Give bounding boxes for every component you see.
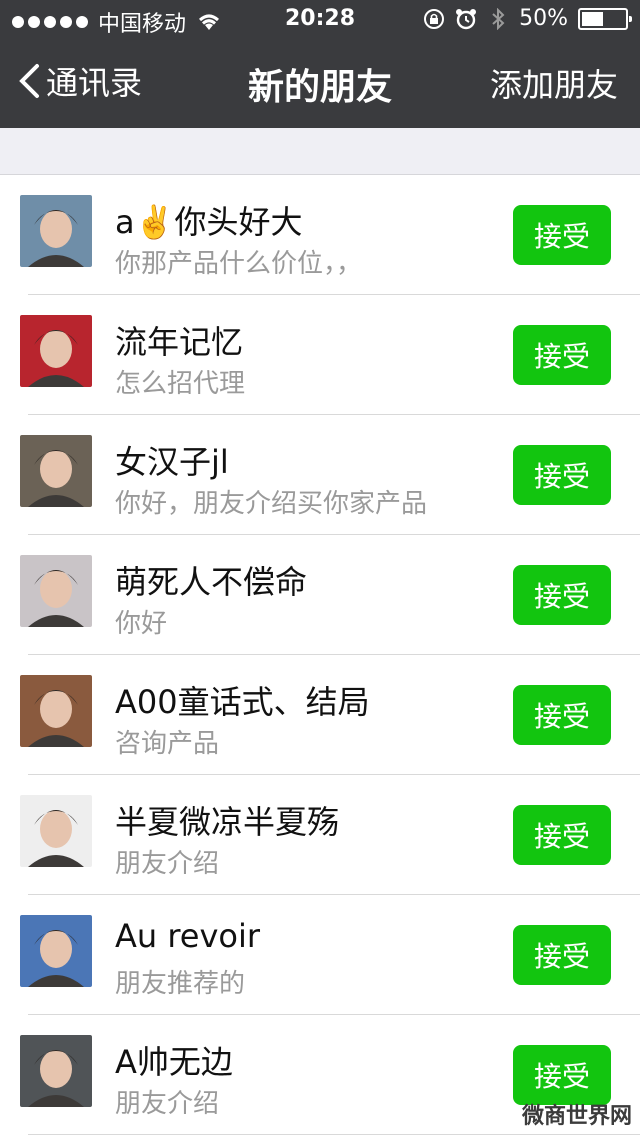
- avatar[interactable]: [20, 195, 92, 267]
- status-bar: 中国移动 20:28 50%: [0, 0, 640, 40]
- avatar[interactable]: [20, 915, 92, 987]
- contact-name: Au revoir: [115, 917, 261, 955]
- request-message: 怎么招代理: [115, 369, 246, 399]
- accept-button[interactable]: 接受: [513, 445, 611, 505]
- top-bar: 中国移动 20:28 50% 通讯录 新的朋友 添加朋友: [0, 0, 640, 128]
- avatar[interactable]: [20, 1035, 92, 1107]
- avatar[interactable]: [20, 675, 92, 747]
- section-spacer: [0, 128, 640, 175]
- request-message: 朋友介绍: [115, 1089, 220, 1119]
- accept-button[interactable]: 接受: [513, 565, 611, 625]
- contact-name: a✌️你头好大: [115, 203, 303, 241]
- avatar[interactable]: [20, 315, 92, 387]
- contact-name: A00童话式、结局: [115, 683, 370, 721]
- list-item[interactable]: A00童话式、结局咨询产品 接受: [0, 655, 640, 775]
- battery-icon: [578, 7, 632, 30]
- watermark-logo-text: 微商世界网: [521, 1104, 632, 1129]
- contact-name: A帅无边: [115, 1043, 233, 1081]
- list-item[interactable]: a✌️你头好大你那产品什么价位，， 接受: [0, 175, 640, 295]
- avatar-image: [20, 435, 92, 507]
- list-item[interactable]: 流年记忆怎么招代理 接受: [0, 295, 640, 415]
- rotation-lock-icon: [424, 8, 445, 29]
- list-item[interactable]: 萌死人不偿命你好 接受: [0, 535, 640, 655]
- accept-button[interactable]: 接受: [513, 205, 611, 265]
- avatar[interactable]: [20, 795, 92, 867]
- accept-button[interactable]: 接受: [513, 325, 611, 385]
- request-message: 朋友介绍: [115, 849, 220, 879]
- friend-request-list: a✌️你头好大 你那产品什么价位，， 接受 流年记忆 怎么招代理 接受 女汉子jl 你好，朋友…: [0, 175, 640, 1135]
- avatar-image: [20, 915, 92, 987]
- avatar-image: [20, 195, 92, 267]
- request-message: 你好: [115, 609, 168, 639]
- watermark: 微商世界网: [522, 1098, 632, 1130]
- request-message: 朋友推荐的: [115, 969, 246, 999]
- avatar-image: [20, 795, 92, 867]
- bluetooth-icon: [492, 7, 505, 30]
- list-item[interactable]: 女汉子jl 你好，朋友介绍买你家产品 接受: [0, 415, 640, 535]
- avatar[interactable]: [20, 555, 92, 627]
- avatar-image: [20, 315, 92, 387]
- accept-button[interactable]: 接受: [513, 1045, 611, 1105]
- contact-name: 女汉子jl: [115, 443, 229, 481]
- avatar-image: [20, 675, 92, 747]
- contact-name: 流年记忆: [115, 323, 244, 361]
- list-item[interactable]: Au revoir 朋友推荐的 接受: [0, 895, 640, 1015]
- list-item[interactable]: 半夏微凉半夏殇朋友介绍 接受: [0, 775, 640, 895]
- battery-percent: 50%: [519, 6, 568, 31]
- avatar-image: [20, 1035, 92, 1107]
- accept-button[interactable]: 接受: [513, 925, 611, 985]
- request-message: 咨询产品: [115, 729, 220, 759]
- add-friend-button[interactable]: 添加朋友: [490, 60, 618, 106]
- navigation-bar: 通讯录 新的朋友 添加朋友: [0, 40, 640, 128]
- request-message: 你那产品什么价位，，: [115, 249, 363, 279]
- row-divider: [28, 1134, 640, 1135]
- accept-button[interactable]: 接受: [513, 805, 611, 865]
- alarm-icon: [456, 8, 477, 29]
- avatar[interactable]: [20, 435, 92, 507]
- contact-name: 萌死人不偿命: [115, 563, 308, 601]
- accept-button[interactable]: 接受: [513, 685, 611, 745]
- battery-level: [582, 11, 603, 26]
- request-message: 你好，朋友介绍买你家产品: [115, 489, 428, 519]
- avatar-image: [20, 555, 92, 627]
- contact-name: 半夏微凉半夏殇: [115, 803, 340, 841]
